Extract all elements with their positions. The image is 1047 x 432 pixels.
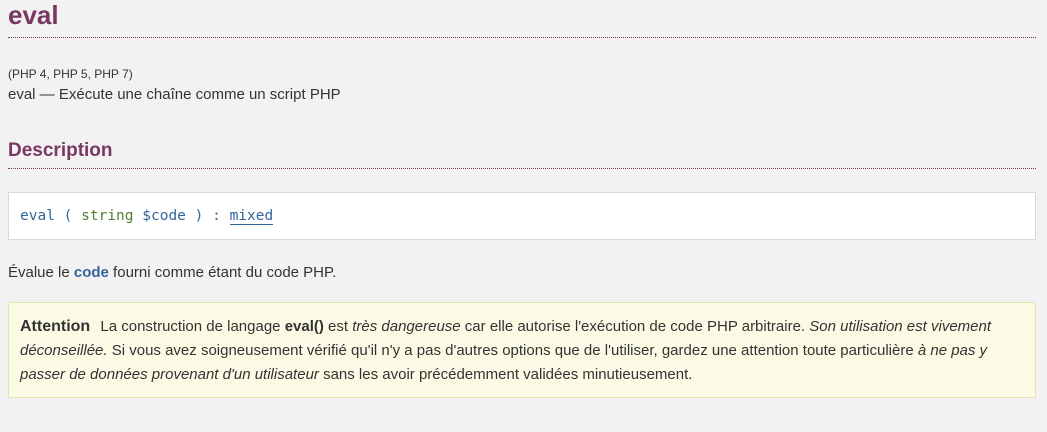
method-synopsis: eval ( string $code ) : mixed	[8, 192, 1036, 240]
ref-purpose: eval — Exécute une chaîne comme un scrip…	[8, 86, 341, 103]
return-type-link[interactable]: mixed	[229, 208, 274, 225]
warning-eval-function: eval()	[284, 318, 324, 335]
warning-box: Attention La construction de langage eva…	[8, 302, 1036, 398]
php-versions: (PHP 4, PHP 5, PHP 7)	[8, 67, 133, 81]
description-heading: Description	[8, 141, 1036, 169]
warning-text-4: Si vous avez soigneusement vérifié qu'il…	[107, 342, 918, 359]
synopsis-open-paren: (	[63, 208, 73, 224]
warning-emphasis-1: très dangereuse	[352, 318, 461, 335]
code-parameter-ref: code	[73, 264, 109, 281]
synopsis-param-name: $code	[142, 208, 186, 224]
warning-title: Attention	[20, 318, 91, 335]
synopsis-param-type: string	[81, 208, 134, 224]
warning-text-3: car elle autorise l'exécution de code PH…	[460, 318, 810, 335]
synopsis-close-paren: )	[194, 208, 204, 224]
warning-text-5: sans les avoir précédemment validées min…	[318, 366, 693, 383]
warning-text-2: est	[323, 318, 353, 335]
synopsis-function-name: eval	[20, 208, 55, 224]
warning-text-1: La construction de langage	[100, 318, 285, 335]
page-title: eval	[8, 0, 1036, 38]
description-text-before: Évalue le	[8, 264, 74, 281]
page: eval (PHP 4, PHP 5, PHP 7) eval — Exécut…	[0, 0, 1047, 432]
synopsis-colon: :	[212, 208, 221, 224]
description-text-after: fourni comme étant du code PHP.	[108, 264, 337, 281]
description-text: Évalue le code fourni comme étant du cod…	[8, 264, 1036, 282]
